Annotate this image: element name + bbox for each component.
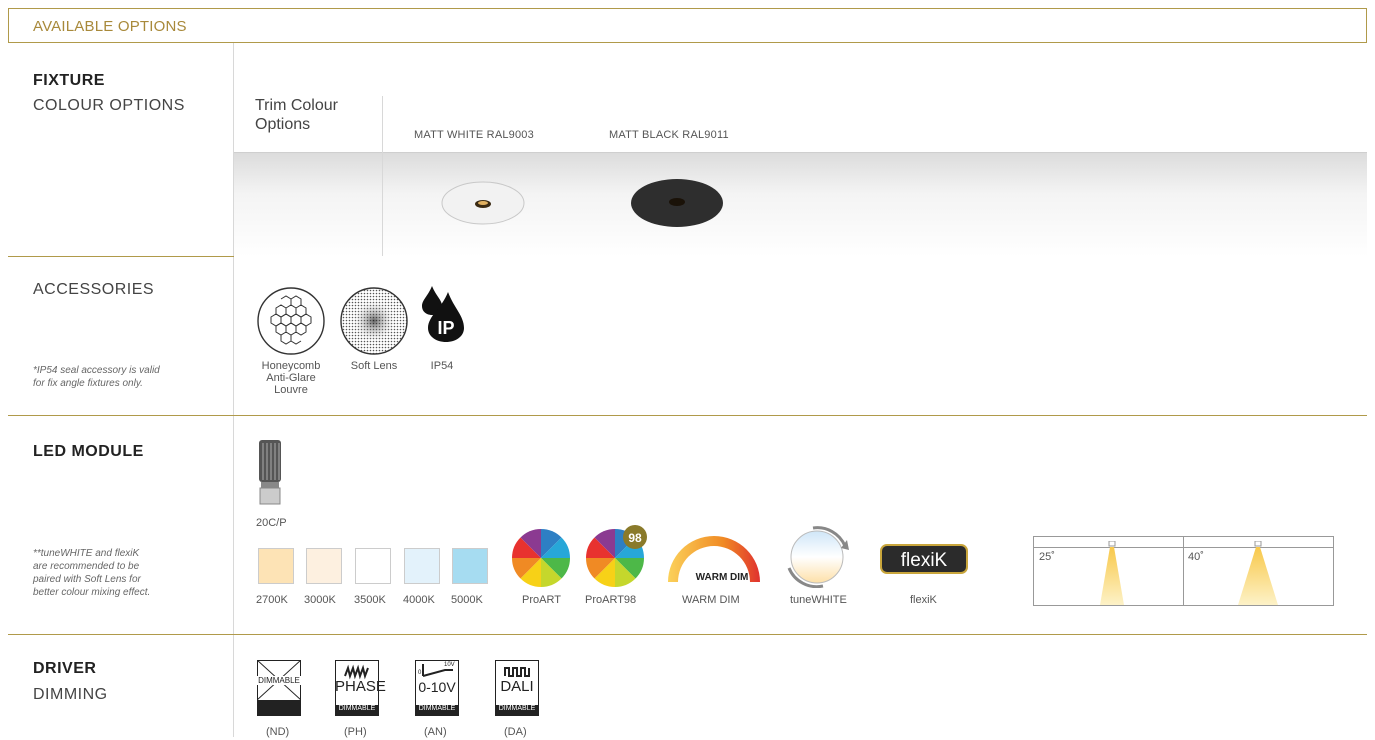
analog-text: 0-10V [418, 679, 456, 695]
option-label: flexiK [910, 594, 937, 606]
ip54-icon: IP [422, 286, 464, 342]
row-divider [8, 415, 1367, 416]
swatch-5000k [452, 548, 488, 584]
beam-40-icon [1238, 541, 1278, 605]
swatch-4000k [404, 548, 440, 584]
phase-dimmable-sub: DIMMABLE [338, 705, 376, 712]
accessories-heading: ACCESSORIES [33, 281, 155, 298]
note-line: are recommended to be [33, 561, 140, 572]
proart-icon [512, 529, 570, 587]
trim-label-line: Options [255, 116, 311, 133]
dimming-label: DIMMING [33, 686, 108, 703]
option-label: tuneWHITE [790, 594, 847, 606]
warm-dim-icon: WARM DIM [668, 536, 760, 583]
non-dimmable-text: DIMMABLE [257, 676, 301, 685]
scale-min: 0 [418, 670, 422, 676]
label-line: Honeycomb [261, 360, 321, 372]
column-divider [233, 43, 234, 737]
honeycomb-louvre-icon [257, 287, 325, 355]
colour-name-black: MATT BLACK RAL9011 [609, 129, 729, 141]
beam-divider [1183, 537, 1184, 605]
beam-angle-box: 25˚ 40˚ [1033, 536, 1334, 606]
led-module-name: 20C/P [256, 517, 287, 529]
phase-dimmable-icon: PHASE DIMMABLE [335, 660, 386, 716]
soft-lens-icon [340, 287, 408, 355]
ip-icon-text: IP [437, 318, 454, 338]
soft-lens-label: Soft Lens [350, 360, 398, 372]
warm-dim-icon-text: WARM DIM [696, 572, 749, 583]
fixture-heading: FIXTURE [33, 72, 105, 89]
proart98-icon: 98 [586, 525, 647, 587]
flexik-logo-text: flexiK [901, 550, 948, 571]
dali-text: DALI [500, 678, 534, 695]
accessories-note: *IP54 seal accessory is valid for fix an… [33, 364, 160, 390]
non-dimmable-icon: DIMMABLE [256, 659, 302, 716]
proart98-badge: 98 [628, 531, 642, 545]
section-header: AVAILABLE OPTIONS [8, 8, 1367, 43]
analog-dimmable-sub: DIMMABLE [418, 705, 456, 712]
colour-options-label: COLOUR OPTIONS [33, 97, 185, 114]
dali-dimmable-sub: DIMMABLE [498, 705, 536, 712]
trim-preview-band [234, 152, 1367, 257]
flexik-logo-icon: flexiK [880, 544, 968, 574]
ip54-label: IP54 [430, 360, 454, 372]
trim-label-line: Trim Colour [255, 97, 338, 114]
temp-label: 3500K [354, 594, 386, 606]
dimming-code: (AN) [424, 726, 447, 738]
dimming-code: (DA) [504, 726, 527, 738]
led-module-heading: LED MODULE [33, 443, 144, 460]
temp-label: 5000K [451, 594, 483, 606]
matt-white-trim-icon [441, 181, 525, 225]
temp-label: 3000K [304, 594, 336, 606]
beam-25-icon [1100, 541, 1124, 605]
led-note: **tuneWHITE and flexiK are recommended t… [33, 547, 150, 599]
row-divider [8, 634, 1367, 635]
led-module-icon [259, 440, 281, 505]
label-line: Anti-Glare [266, 372, 316, 384]
note-line: *IP54 seal accessory is valid [33, 365, 160, 376]
swatch-3500k [355, 548, 391, 584]
dali-dimmable-icon: DALI DIMMABLE [495, 660, 539, 716]
beam-angle-40: 40˚ [1188, 551, 1204, 563]
temp-label: 2700K [256, 594, 288, 606]
option-label: ProART [522, 594, 561, 606]
dimming-code: (ND) [266, 726, 290, 738]
note-line: paired with Soft Lens for [33, 574, 141, 585]
dimming-code: (PH) [344, 726, 367, 738]
analog-dimmable-icon: 0 10V 0-10V DIMMABLE [415, 660, 459, 716]
scale-max: 10V [444, 662, 455, 668]
label-line: Louvre [274, 384, 308, 396]
trim-colour-label: Trim Colour Options [255, 96, 338, 134]
swatch-2700k [258, 548, 294, 584]
colour-name-white: MATT WHITE RAL9003 [414, 129, 534, 141]
note-line: **tuneWHITE and flexiK [33, 548, 140, 559]
beam-angle-25: 25˚ [1039, 551, 1055, 563]
swatch-3000k [306, 548, 342, 584]
tunewhite-icon [787, 526, 849, 588]
trim-divider [382, 96, 383, 256]
section-title: AVAILABLE OPTIONS [33, 18, 187, 35]
driver-heading: DRIVER [33, 660, 97, 677]
phase-text: PHASE [335, 678, 386, 695]
option-label: ProART98 [585, 594, 637, 606]
option-label: WARM DIM [682, 594, 740, 606]
matt-black-trim-icon [631, 179, 723, 227]
honeycomb-label: Honeycomb Anti-Glare Louvre [250, 360, 332, 396]
temp-label: 4000K [403, 594, 435, 606]
note-line: for fix angle fixtures only. [33, 378, 143, 389]
note-line: better colour mixing effect. [33, 587, 151, 598]
